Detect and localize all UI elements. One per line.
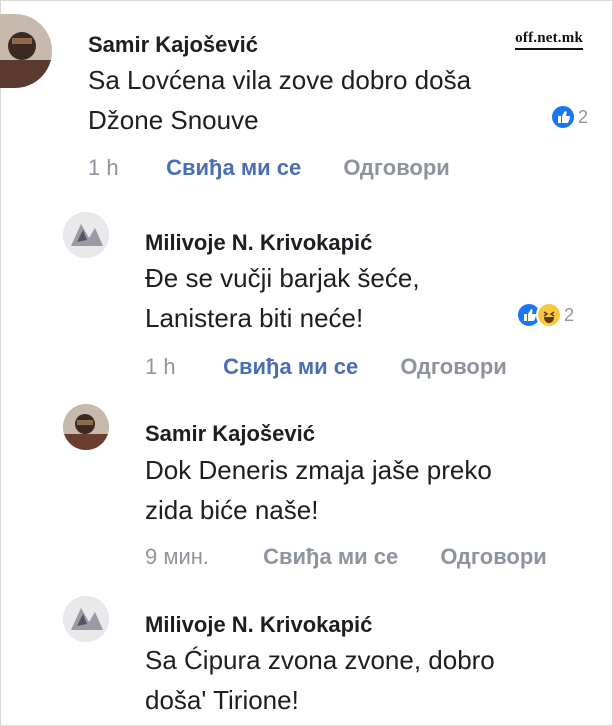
comment-line: Sa Ćipura zvona zvone, dobro xyxy=(145,645,495,675)
comment-line: doša' Tirione! xyxy=(145,685,299,715)
reaction-count: 2 xyxy=(578,106,589,127)
comment-author[interactable]: Samir Kajošević xyxy=(145,421,315,447)
comment-line: Sa Lovćena vila zove dobro doša xyxy=(88,65,472,95)
comment-line: Džone Snouve xyxy=(88,105,259,135)
comment-author[interactable]: Milivoje N. Krivokapić xyxy=(145,612,372,638)
avatar[interactable] xyxy=(63,596,109,642)
comment-actions: 1 h Свиђа ми се Одговори xyxy=(145,354,507,380)
comment-actions: 9 мин. Свиђа ми се Одговори xyxy=(145,544,547,570)
comment-actions: 1 h Свиђа ми се Одговори xyxy=(88,155,450,181)
comment-time: 1 h xyxy=(88,155,119,180)
comment-text: Dok Deneris zmaja jaše preko zida biće n… xyxy=(145,450,492,530)
like-icon xyxy=(550,104,576,130)
comment-text: Sa Ćipura zvona zvone, dobro doša' Tirio… xyxy=(145,640,495,720)
reactions[interactable]: 2 xyxy=(550,104,588,130)
comment-line: Lanistera biti neće! xyxy=(145,303,364,333)
comment-author[interactable]: Milivoje N. Krivokapić xyxy=(145,230,372,256)
reactions[interactable]: 2 xyxy=(516,302,574,328)
comment-text: Đe se vučji barjak šeće, Lanistera biti … xyxy=(145,258,420,338)
like-button[interactable]: Свиђа ми се xyxy=(263,544,398,570)
reply-button[interactable]: Одговори xyxy=(343,155,449,181)
like-button[interactable]: Свиђа ми се xyxy=(166,155,301,181)
comment-author[interactable]: Samir Kajošević xyxy=(88,32,258,58)
reply-button[interactable]: Одговори xyxy=(400,354,506,380)
comment-line: zida biće naše! xyxy=(145,495,319,525)
comment-line: Dok Deneris zmaja jaše preko xyxy=(145,455,492,485)
comment-text: Sa Lovćena vila zove dobro doša Džone Sn… xyxy=(88,60,471,140)
haha-icon xyxy=(536,302,562,328)
avatar[interactable] xyxy=(63,212,109,258)
comment-time: 1 h xyxy=(145,354,176,379)
reaction-count: 2 xyxy=(564,304,575,325)
like-button[interactable]: Свиђа ми се xyxy=(223,354,358,380)
reply-button[interactable]: Одговори xyxy=(440,544,546,570)
comment-line: Đe se vučji barjak šeće, xyxy=(145,263,420,293)
watermark: off.net.mk xyxy=(515,30,583,50)
avatar[interactable] xyxy=(63,404,109,450)
comment-time: 9 мин. xyxy=(145,544,210,569)
